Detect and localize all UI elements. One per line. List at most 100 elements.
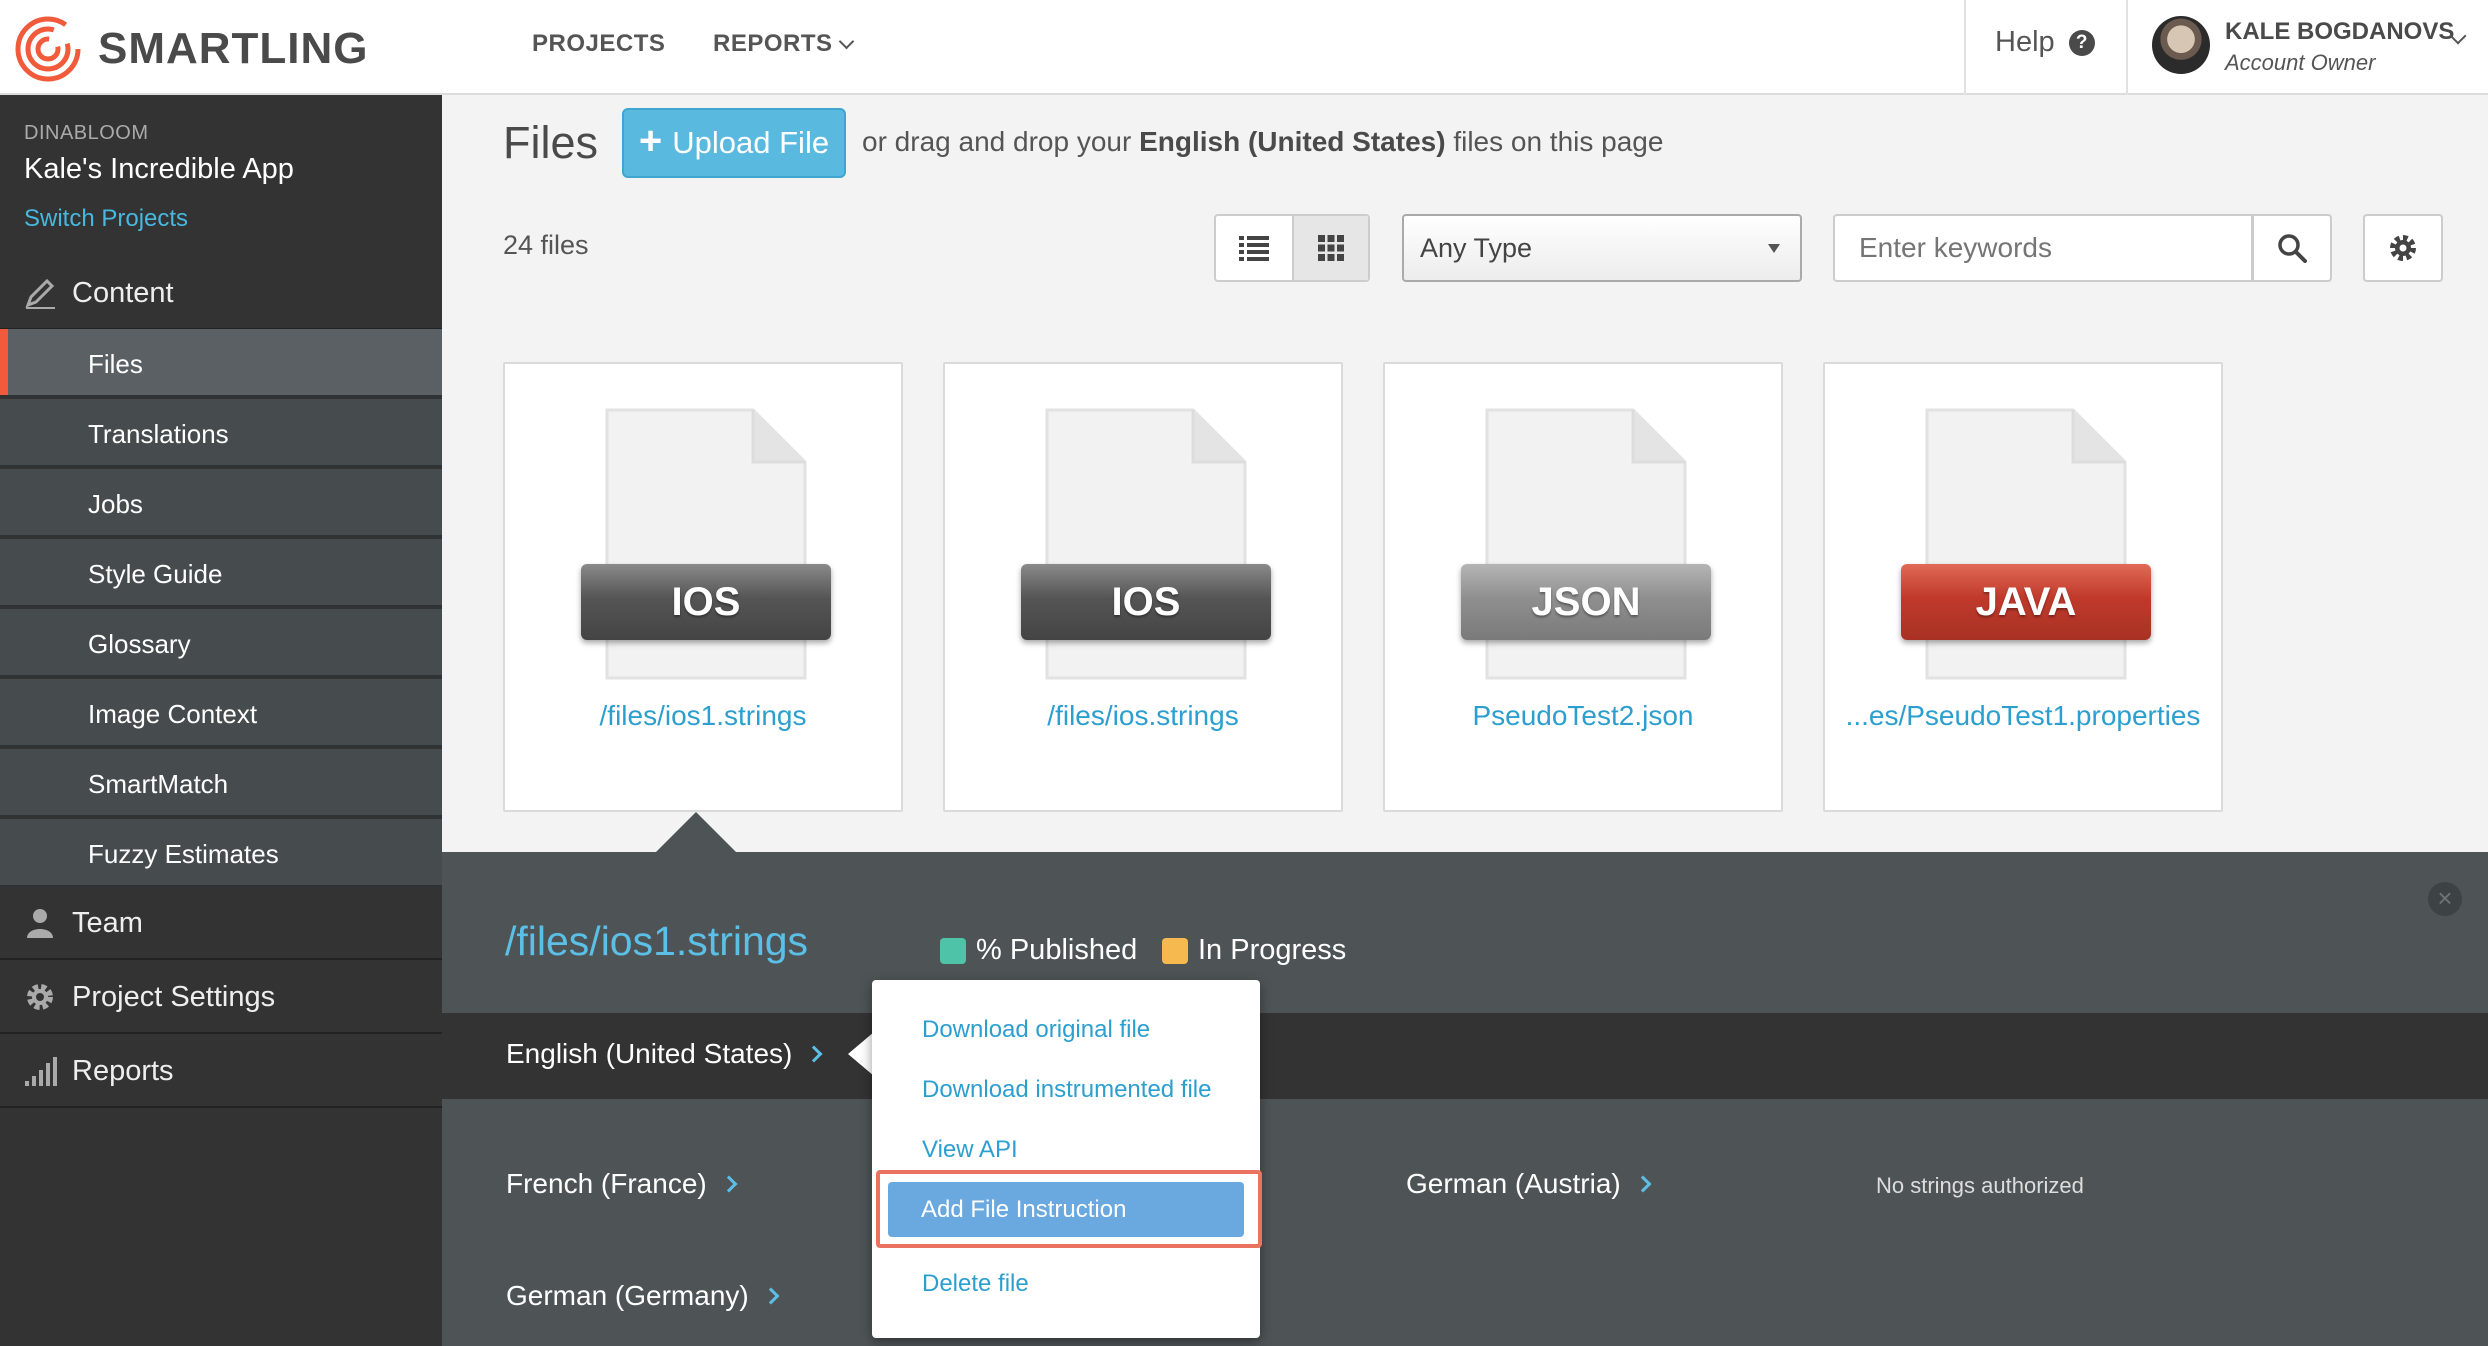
sidebar-item-smartmatch[interactable]: SmartMatch xyxy=(0,749,442,817)
sidebar-item-style-guide[interactable]: Style Guide xyxy=(0,539,442,607)
file-type-badge: JAVA xyxy=(1901,564,2151,640)
switch-projects-link[interactable]: Switch Projects xyxy=(24,205,188,233)
project-name: Kale's Incredible App xyxy=(24,153,294,185)
sidebar-section-label: Reports xyxy=(72,1054,174,1087)
language-label: German (Austria) xyxy=(1406,1168,1621,1199)
drag-hint-language: English (United States) xyxy=(1139,126,1446,157)
file-name-link[interactable]: /files/ios.strings xyxy=(945,700,1341,732)
gear-icon xyxy=(27,984,53,1010)
menu-item-download-instrumented[interactable]: Download instrumented file xyxy=(922,1076,1212,1104)
grid-icon xyxy=(1317,235,1344,261)
sidebar-item-label: SmartMatch xyxy=(88,769,229,799)
sidebar-item-image-context[interactable]: Image Context xyxy=(0,679,442,747)
bar-chart-icon xyxy=(25,1057,57,1086)
sidebar-item-jobs[interactable]: Jobs xyxy=(0,469,442,537)
file-name-link[interactable]: ...es/PseudoTest1.properties xyxy=(1825,700,2221,732)
file-actions-menu: Download original file Download instrume… xyxy=(872,980,1260,1338)
sidebar-section-content[interactable]: Content xyxy=(0,258,442,330)
dropdown-arrow-icon xyxy=(1768,244,1780,253)
legend-swatch xyxy=(940,937,966,964)
menu-item-view-api[interactable]: View API xyxy=(922,1136,1018,1164)
sidebar-item-translations[interactable]: Translations xyxy=(0,399,442,467)
sidebar-item-files[interactable]: Files xyxy=(0,329,442,397)
menu-item-add-file-instruction[interactable]: Add File Instruction xyxy=(888,1182,1244,1237)
sidebar-item-fuzzy-estimates[interactable]: Fuzzy Estimates xyxy=(0,819,442,887)
file-count: 24 files xyxy=(503,230,589,260)
file-card[interactable]: IOS /files/ios1.strings xyxy=(503,362,903,812)
nav-reports-label: REPORTS xyxy=(713,30,833,57)
sidebar-section-project-settings[interactable]: Project Settings xyxy=(0,962,442,1034)
chevron-right-icon xyxy=(762,1287,780,1305)
document-icon xyxy=(1485,408,1687,680)
type-filter-select[interactable]: Any Type xyxy=(1402,214,1802,282)
question-icon: ? xyxy=(2068,29,2095,56)
upload-file-button[interactable]: + Upload File xyxy=(622,108,846,178)
grid-view-button[interactable] xyxy=(1291,216,1368,280)
close-icon[interactable]: × xyxy=(2428,882,2462,916)
list-view-button[interactable] xyxy=(1216,216,1292,280)
sidebar-section-label: Content xyxy=(72,276,174,309)
settings-button[interactable] xyxy=(2363,214,2443,282)
sidebar: DINABLOOM Kale's Incredible App Switch P… xyxy=(0,95,442,1346)
file-card[interactable]: IOS /files/ios.strings xyxy=(943,362,1343,812)
divider xyxy=(2126,0,2128,95)
brand-name: SMARTLING xyxy=(98,24,369,73)
legend-in-progress: In Progress xyxy=(1162,934,1346,967)
smartling-logo-icon xyxy=(15,16,81,82)
upload-label: Upload File xyxy=(672,125,830,160)
language-label: French (France) xyxy=(506,1168,707,1199)
divider xyxy=(1964,0,1966,95)
help-menu[interactable]: Help ? xyxy=(1995,26,2095,59)
nav-reports[interactable]: REPORTS xyxy=(713,30,854,58)
document-icon xyxy=(1925,408,2127,680)
file-type-badge: JSON xyxy=(1461,564,1711,640)
sidebar-section-label: Team xyxy=(72,906,143,939)
sidebar-item-label: Image Context xyxy=(88,699,258,729)
sidebar-section-reports[interactable]: Reports xyxy=(0,1036,442,1108)
sidebar-item-label: Translations xyxy=(88,419,229,449)
drag-drop-hint: or drag and drop your English (United St… xyxy=(862,126,1663,158)
legend-swatch xyxy=(1162,937,1188,964)
sidebar-item-label: Files xyxy=(88,349,143,379)
panel-pointer xyxy=(654,812,738,854)
menu-item-label: Add File Instruction xyxy=(921,1196,1127,1223)
avatar[interactable] xyxy=(2152,16,2210,74)
search-icon xyxy=(2278,234,2307,263)
org-name: DINABLOOM xyxy=(24,122,149,144)
file-card[interactable]: JAVA ...es/PseudoTest1.properties xyxy=(1823,362,2223,812)
nav-projects[interactable]: PROJECTS xyxy=(532,30,665,58)
search-input[interactable] xyxy=(1833,214,2253,282)
status-text: No strings authorized xyxy=(1876,1173,2084,1198)
sidebar-item-glossary[interactable]: Glossary xyxy=(0,609,442,677)
language-german-austria[interactable]: German (Austria) xyxy=(1406,1168,1652,1200)
sidebar-item-label: Style Guide xyxy=(88,559,223,589)
user-icon xyxy=(27,909,53,938)
user-name[interactable]: KALE BOGDANOVS xyxy=(2225,18,2454,46)
document-icon xyxy=(605,408,807,680)
view-toggle xyxy=(1214,214,1370,282)
menu-item-delete-file[interactable]: Delete file xyxy=(922,1270,1029,1298)
file-name-link[interactable]: /files/ios1.strings xyxy=(505,700,901,732)
file-card[interactable]: JSON PseudoTest2.json xyxy=(1383,362,1783,812)
smartling-logo[interactable]: SMARTLING xyxy=(14,14,369,84)
page-title: Files xyxy=(503,117,599,168)
gear-icon xyxy=(2390,235,2416,261)
chevron-right-icon xyxy=(1634,1175,1652,1193)
top-bar: SMARTLING PROJECTS REPORTS Help ? KALE B… xyxy=(0,0,2488,95)
detail-file-title: /files/ios1.strings xyxy=(505,918,809,964)
file-name-link[interactable]: PseudoTest2.json xyxy=(1385,700,1781,732)
sidebar-item-label: Jobs xyxy=(88,489,143,519)
chevron-down-icon xyxy=(838,33,854,49)
search-button[interactable] xyxy=(2252,214,2332,282)
sidebar-section-team[interactable]: Team xyxy=(0,888,442,960)
legend-published: % Published xyxy=(940,934,1137,967)
menu-item-download-original[interactable]: Download original file xyxy=(922,1016,1150,1044)
sidebar-item-label: Glossary xyxy=(88,629,191,659)
language-german-germany[interactable]: German (Germany) xyxy=(506,1280,780,1312)
source-language[interactable]: English (United States) xyxy=(506,1038,823,1070)
user-role: Account Owner xyxy=(2225,50,2376,75)
chevron-right-icon xyxy=(805,1045,823,1063)
language-french-france[interactable]: French (France) xyxy=(506,1168,738,1200)
type-filter-value: Any Type xyxy=(1420,233,1533,263)
help-label: Help xyxy=(1995,26,2055,58)
